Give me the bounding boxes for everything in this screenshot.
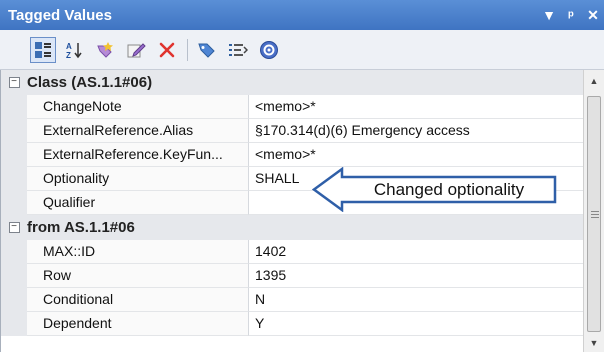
collapse-icon[interactable]: − — [8, 77, 20, 88]
tag-icon[interactable] — [194, 37, 220, 63]
category-title: Class (AS.1.1#06) — [27, 74, 153, 91]
property-name: Dependent — [27, 312, 249, 336]
dropdown-icon[interactable]: ▼ — [538, 7, 560, 23]
toolbar-separator — [187, 38, 188, 61]
pin-icon[interactable]: ᵖ — [560, 7, 582, 23]
add-tag-icon[interactable] — [92, 37, 118, 63]
property-value[interactable]: 1402 — [249, 240, 583, 264]
property-row[interactable]: ExternalReference.Alias §170.314(d)(6) E… — [1, 119, 583, 143]
property-value[interactable]: N — [249, 288, 583, 312]
property-name: Optionality — [27, 167, 249, 191]
annotation-callout: Changed optionality — [312, 167, 558, 212]
category-header[interactable]: − Class (AS.1.1#06) — [1, 70, 583, 95]
property-value[interactable]: <memo>* — [249, 95, 583, 119]
property-name: ChangeNote — [27, 95, 249, 119]
categorized-icon[interactable] — [30, 36, 56, 63]
window-titlebar: Tagged Values ▼ ᵖ ✕ — [0, 0, 604, 30]
property-value[interactable]: 1395 — [249, 264, 583, 288]
property-row[interactable]: Dependent Y — [1, 312, 583, 336]
window-title: Tagged Values — [8, 6, 112, 24]
annotation-text: Changed optionality — [373, 180, 525, 199]
close-icon[interactable]: ✕ — [582, 7, 604, 24]
list-icon[interactable] — [225, 37, 251, 63]
property-row[interactable]: MAX::ID 1402 — [1, 240, 583, 264]
property-name: ExternalReference.KeyFun... — [27, 143, 249, 167]
category-header[interactable]: − from AS.1.1#06 — [1, 215, 583, 240]
scroll-down-icon[interactable]: ▼ — [584, 334, 604, 352]
property-row[interactable]: Row 1395 — [1, 264, 583, 288]
svg-text:Z: Z — [66, 51, 71, 59]
scroll-up-icon[interactable]: ▲ — [584, 72, 604, 90]
property-value[interactable]: Y — [249, 312, 583, 336]
property-value[interactable]: §170.314(d)(6) Emergency access — [249, 119, 583, 143]
collapse-icon[interactable]: − — [8, 222, 20, 233]
category-title: from AS.1.1#06 — [27, 219, 135, 236]
property-value[interactable]: <memo>* — [249, 143, 583, 167]
property-name: Row — [27, 264, 249, 288]
property-row[interactable]: ChangeNote <memo>* — [1, 95, 583, 119]
edit-tag-icon[interactable] — [123, 37, 149, 63]
delete-icon[interactable] — [154, 37, 180, 63]
property-name: Qualifier — [27, 191, 249, 215]
property-row[interactable]: ExternalReference.KeyFun... <memo>* — [1, 143, 583, 167]
help-icon[interactable] — [256, 37, 282, 63]
property-name: ExternalReference.Alias — [27, 119, 249, 143]
property-name: Conditional — [27, 288, 249, 312]
grip-icon — [591, 211, 599, 219]
sort-alpha-icon[interactable]: A Z — [61, 37, 87, 63]
toolbar: A Z — [0, 30, 604, 70]
svg-text:A: A — [66, 42, 72, 51]
scroll-thumb[interactable] — [587, 96, 601, 332]
property-row[interactable]: Conditional N — [1, 288, 583, 312]
vertical-scrollbar[interactable]: ▲ ▼ — [583, 70, 604, 352]
property-name: MAX::ID — [27, 240, 249, 264]
